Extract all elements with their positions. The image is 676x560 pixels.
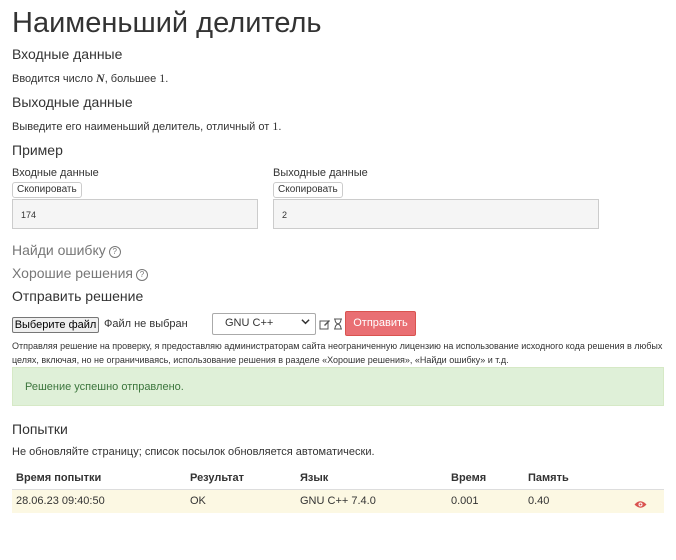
edit-icon[interactable] <box>319 317 331 335</box>
column-header-result: Результат <box>190 472 245 484</box>
hourglass-icon[interactable] <box>333 317 343 335</box>
license-notice: Отправляя решение на проверку, я предост… <box>12 339 662 367</box>
good-solutions-label: Хорошие решения <box>12 265 133 281</box>
language-value: GNU C++ <box>225 317 274 329</box>
eye-icon[interactable] <box>634 496 647 514</box>
send-button[interactable]: Отправить <box>345 311 416 336</box>
attempt-language: GNU C++ 7.4.0 <box>300 495 376 507</box>
submit-heading: Отправить решение <box>12 288 144 304</box>
column-header-memory: Память <box>528 472 569 484</box>
copy-input-button[interactable]: Скопировать <box>12 182 82 198</box>
output-text-after: . <box>278 121 282 133</box>
variable-n: N <box>96 71 105 85</box>
example-output-box: 2 <box>273 199 599 229</box>
attempt-duration: 0.001 <box>451 495 479 507</box>
example-input-box: 174 <box>12 199 258 229</box>
column-header-language: Язык <box>300 472 329 484</box>
page-title: Наименьший делитель <box>12 7 322 39</box>
choose-file-button[interactable]: Выберите файл <box>12 317 99 333</box>
attempts-note: Не обновляйте страницу; список посылок о… <box>12 446 375 458</box>
good-solutions-link[interactable]: Хорошие решения? <box>12 264 148 282</box>
success-alert: Решение успешно отправлено. <box>12 367 664 406</box>
output-description: Выведите его наименьший делитель, отличн… <box>12 119 281 134</box>
find-error-label: Найди ошибку <box>12 242 106 258</box>
attempt-result: OK <box>190 495 206 507</box>
license-line: Отправляя решение на проверку, я предост… <box>12 341 663 351</box>
example-heading: Пример <box>12 142 63 158</box>
input-description: Вводится число N, большее 1. <box>12 71 168 86</box>
output-text-before: Выведите его наименьший делитель, отличн… <box>12 121 273 133</box>
column-header-duration: Время <box>451 472 487 484</box>
column-header-time: Время попытки <box>16 472 102 484</box>
language-select[interactable]: GNU C++ <box>212 313 316 335</box>
find-error-link[interactable]: Найди ошибку? <box>12 241 121 259</box>
attempt-memory: 0.40 <box>528 495 550 507</box>
question-circle-icon[interactable]: ? <box>136 269 148 281</box>
chevron-down-icon <box>301 317 310 328</box>
license-line: целях, включая, но не ограничиваясь, исп… <box>12 355 509 365</box>
example-input-label: Входные данные <box>12 167 99 179</box>
file-status: Файл не выбран <box>104 318 188 330</box>
input-text-before: Вводится число <box>12 73 97 85</box>
attempts-heading: Попытки <box>12 421 68 437</box>
input-heading: Входные данные <box>12 46 123 62</box>
question-circle-icon[interactable]: ? <box>108 246 121 258</box>
copy-output-button[interactable]: Скопировать <box>273 182 343 198</box>
input-text-after: . <box>165 73 169 85</box>
example-output-label: Выходные данные <box>273 167 368 179</box>
output-heading: Выходные данные <box>12 94 133 110</box>
attempt-time: 28.06.23 09:40:50 <box>16 495 105 507</box>
input-text-middle: , большее <box>104 73 160 85</box>
